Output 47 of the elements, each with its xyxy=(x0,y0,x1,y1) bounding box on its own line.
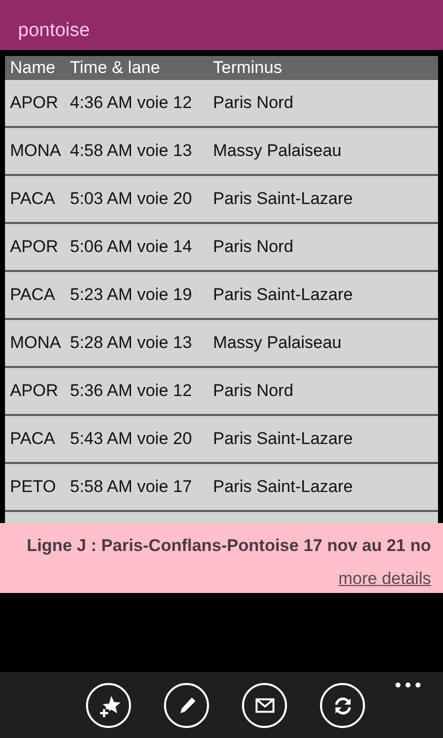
table-row[interactable]: PACA 5:43 AM voie 20 Paris Saint-Lazare xyxy=(5,416,438,464)
terminus-cell-text: Massy Palaiseau xyxy=(213,333,343,353)
name-cell-text: PACA xyxy=(10,189,56,209)
name-cell-text: APOR xyxy=(10,237,60,257)
terminus-cell-text: Paris Nord xyxy=(213,237,294,257)
name-cell-text: APOR xyxy=(10,381,60,401)
time-cell-text: 5:03 AM voie 20 xyxy=(70,189,193,209)
time-cell-text: 4:58 AM voie 13 xyxy=(70,141,193,161)
terminus-cell-text: Massy Palaiseau xyxy=(213,141,343,161)
name-cell-text: MONA xyxy=(10,333,62,353)
time-cell-text: 5:36 AM voie 12 xyxy=(70,381,193,401)
time-cell-text: 5:43 AM voie 20 xyxy=(70,429,193,449)
column-header: Name xyxy=(10,58,56,78)
more-icon[interactable] xyxy=(395,682,421,688)
terminus-cell-text: Paris Saint-Lazare xyxy=(213,285,354,305)
favorite-button[interactable] xyxy=(86,683,131,728)
table-row[interactable]: APOR 5:06 AM voie 14 Paris Nord xyxy=(5,224,438,272)
name-cell-text: PETO xyxy=(10,477,57,497)
more-details-link[interactable]: more details xyxy=(338,569,431,589)
table-row[interactable]: APOR 5:36 AM voie 12 Paris Nord xyxy=(5,368,438,416)
name-cell-text: PACA xyxy=(10,285,56,305)
time-cell-text: 4:36 AM voie 12 xyxy=(70,93,193,113)
table-row[interactable]: APOR 4:36 AM voie 12 Paris Nord xyxy=(5,80,438,128)
time-cell-text: 5:06 AM voie 14 xyxy=(70,237,193,257)
alert-message: Ligne J : Paris-Conflans-Pontoise 17 nov au 21 no xyxy=(26,536,431,556)
table-row[interactable]: PACA 5:23 AM voie 19 Paris Saint-Lazare xyxy=(5,272,438,320)
terminus-cell-text: Paris Saint-Lazare xyxy=(213,429,354,449)
page-title: pontoise xyxy=(18,20,90,42)
time-cell-text: 5:28 AM voie 13 xyxy=(70,333,193,353)
column-header: Terminus xyxy=(213,58,283,78)
name-cell-text: APOR xyxy=(10,93,60,113)
mail-button[interactable] xyxy=(242,683,287,728)
table-row[interactable]: MONA 4:58 AM voie 13 Massy Palaiseau xyxy=(5,128,438,176)
time-cell-text: 5:58 AM voie 17 xyxy=(70,477,193,497)
table-row[interactable]: PETO 5:58 AM voie 17 Paris Saint-Lazare xyxy=(5,464,438,512)
name-cell-text: PACA xyxy=(10,429,56,449)
table-row[interactable]: MONA 5:28 AM voie 13 Massy Palaiseau xyxy=(5,320,438,368)
terminus-cell-text: Paris Saint-Lazare xyxy=(213,189,354,209)
terminus-cell-text: Paris Nord xyxy=(213,381,294,401)
terminus-cell-text: Paris Nord xyxy=(213,93,294,113)
table-row[interactable]: PACA 5:03 AM voie 20 Paris Saint-Lazare xyxy=(5,176,438,224)
edit-button[interactable] xyxy=(164,683,209,728)
name-cell-text: MONA xyxy=(10,141,62,161)
column-header: Time & lane xyxy=(70,58,162,78)
terminus-cell-text: Paris Saint-Lazare xyxy=(213,477,354,497)
refresh-button[interactable] xyxy=(320,683,365,728)
time-cell-text: 5:23 AM voie 19 xyxy=(70,285,193,305)
